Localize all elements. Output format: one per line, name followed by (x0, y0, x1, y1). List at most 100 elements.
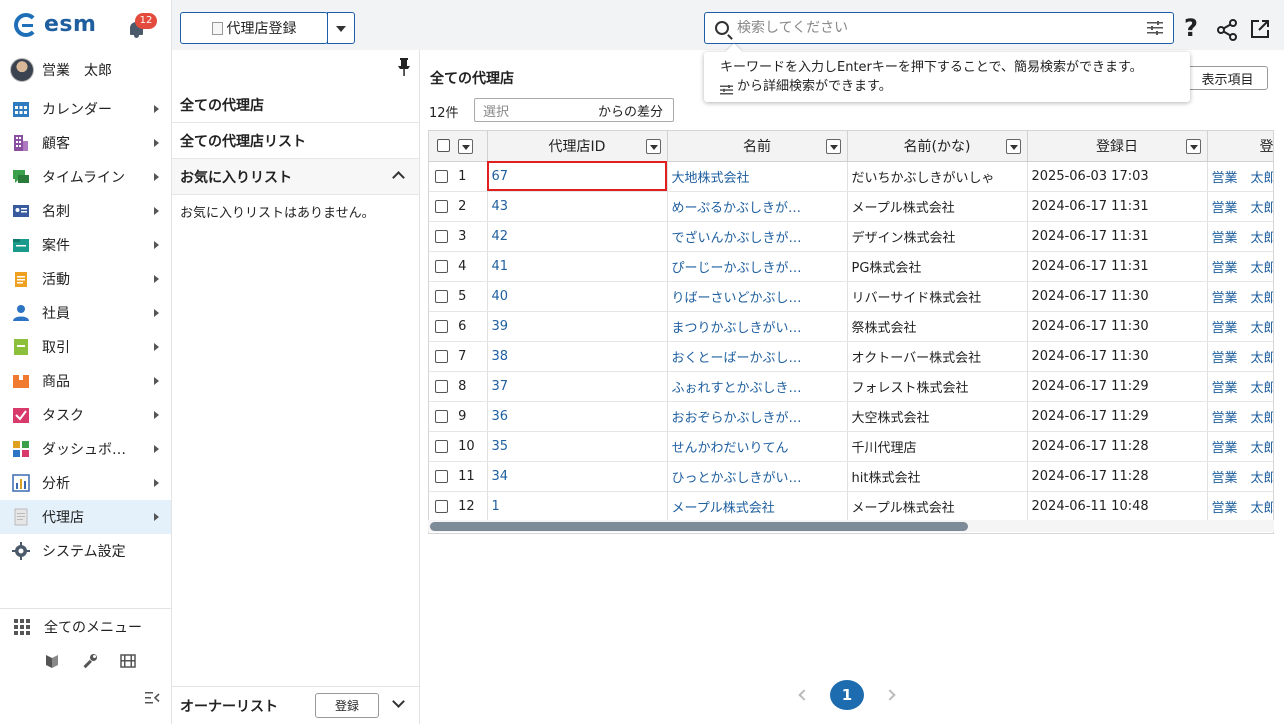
select-all-checkbox[interactable] (437, 139, 450, 153)
registrant-cell[interactable]: 営業 太郎 (1207, 461, 1274, 492)
filter-icon[interactable] (1147, 21, 1163, 35)
agency-id-link[interactable]: 35 (492, 439, 509, 454)
column-header-kana[interactable]: 名前(かな) (847, 131, 1028, 162)
agency-id-link[interactable]: 37 (492, 379, 509, 394)
table-row[interactable]: 7 38 おくとーばーかぶし… オクトーバー株式会社 2024-06-17 11:30 営… (429, 341, 1274, 372)
registrant-link[interactable]: 営業 太郎 (1212, 441, 1274, 456)
agency-id-cell[interactable]: 41 (487, 251, 668, 282)
user-profile[interactable]: 営業 太郎 (10, 58, 112, 82)
agency-name-cell[interactable]: おくとーばーかぶし… (667, 341, 848, 372)
agency-name-cell[interactable]: ぴーじーかぶしきが… (667, 251, 848, 282)
registrant-cell[interactable]: 営業 太郎 (1207, 191, 1274, 222)
agency-name-link[interactable]: めーぷるかぶしきが… (672, 201, 801, 216)
agency-name-link[interactable]: ぴーじーかぶしきが… (672, 261, 802, 276)
row-checkbox[interactable] (435, 229, 448, 243)
agency-name-cell[interactable]: メープル株式会社 (667, 491, 848, 522)
registrant-cell[interactable]: 営業 太郎 (1207, 311, 1274, 342)
agency-id-cell[interactable]: 34 (487, 461, 668, 492)
row-checkbox[interactable] (435, 289, 448, 303)
column-menu-dropdown[interactable] (1185, 139, 1201, 154)
row-checkbox[interactable] (435, 349, 448, 363)
agency-id-link[interactable]: 1 (492, 499, 500, 514)
search-input[interactable] (737, 20, 1147, 36)
agency-name-link[interactable]: メープル株式会社 (672, 501, 775, 516)
agency-id-link[interactable]: 43 (492, 199, 509, 214)
column-menu-dropdown[interactable] (1005, 139, 1021, 154)
horizontal-scrollbar[interactable] (428, 520, 1274, 532)
registrant-link[interactable]: 営業 太郎 (1212, 381, 1274, 396)
registrant-link[interactable]: 営業 太郎 (1212, 291, 1274, 306)
book-open-icon[interactable] (44, 653, 60, 669)
sidebar-item-deal[interactable]: 取引 (0, 330, 171, 364)
column-header-registrant[interactable]: 登 (1207, 131, 1273, 162)
table-row[interactable]: 8 37 ふぉれすとかぶしき… フォレスト株式会社 2024-06-17 11:29 営業… (429, 371, 1274, 402)
column-menu-dropdown[interactable] (825, 139, 841, 154)
registrant-cell[interactable]: 営業 太郎 (1207, 371, 1274, 402)
diff-select[interactable]: 選択 からの差分 (474, 98, 674, 122)
table-row[interactable]: 3 42 でざいんかぶしきが… デザイン株式会社 2024-06-17 11:31 営業 … (429, 221, 1274, 252)
registrant-link[interactable]: 営業 太郎 (1212, 171, 1274, 186)
sidebar-item-customer[interactable]: 顧客 (0, 126, 171, 160)
agency-id-cell[interactable]: 37 (487, 371, 668, 402)
agency-id-cell[interactable]: 1 (487, 491, 668, 522)
agency-id-cell[interactable]: 36 (487, 401, 668, 432)
registrant-cell[interactable]: 営業 太郎 (1207, 221, 1274, 252)
agency-name-cell[interactable]: おおぞらかぶしきが… (667, 401, 848, 432)
agency-id-link[interactable]: 40 (492, 289, 509, 304)
agency-name-link[interactable]: まつりかぶしきがい… (672, 321, 802, 336)
registrant-link[interactable]: 営業 太郎 (1212, 321, 1274, 336)
table-row[interactable]: 6 39 まつりかぶしきがい… 祭株式会社 2024-06-17 11:30 営業 太郎 (429, 311, 1274, 342)
agency-name-cell[interactable]: りばーさいどかぶし… (667, 281, 848, 312)
agency-name-cell[interactable]: まつりかぶしきがい… (667, 311, 848, 342)
agency-name-link[interactable]: せんかわだいりてん (672, 441, 789, 456)
share-icon[interactable] (1216, 19, 1238, 41)
sidebar-item-analysis[interactable]: 分析 (0, 466, 171, 500)
agency-name-link[interactable]: おおぞらかぶしきが… (672, 411, 802, 426)
registrant-link[interactable]: 営業 太郎 (1212, 501, 1274, 516)
column-header-name[interactable]: 名前 (667, 131, 848, 162)
row-checkbox[interactable] (435, 499, 448, 513)
all-menu-button[interactable]: 全てのメニュー (0, 609, 171, 645)
registrant-link[interactable]: 営業 太郎 (1212, 351, 1274, 366)
register-agency-button[interactable]: 代理店登録 (180, 12, 328, 44)
column-header-id[interactable]: 代理店ID (487, 131, 668, 162)
table-row[interactable]: 12 1 メープル株式会社 メープル株式会社 2024-06-11 10:48 営業 太郎 (429, 491, 1274, 522)
agency-id-cell[interactable]: 38 (487, 341, 668, 372)
agency-id-link[interactable]: 67 (492, 169, 509, 184)
row-checkbox[interactable] (435, 259, 448, 273)
sidebar-item-calendar[interactable]: カレンダー (0, 92, 171, 126)
chevron-down-icon[interactable] (392, 695, 405, 708)
table-row[interactable]: 5 40 りばーさいどかぶし… リバーサイド株式会社 2024-06-17 11:30 営… (429, 281, 1274, 312)
agency-name-link[interactable]: おくとーばーかぶし… (672, 351, 802, 366)
agency-name-cell[interactable]: めーぷるかぶしきが… (667, 191, 848, 222)
sidebar-item-product[interactable]: 商品 (0, 364, 171, 398)
column-header-registered[interactable]: 登録日 (1027, 131, 1208, 162)
sidebar-item-activity[interactable]: 活動 (0, 262, 171, 296)
scrollbar-thumb[interactable] (430, 522, 968, 531)
agency-id-link[interactable]: 41 (492, 259, 509, 274)
sidebar-item-project[interactable]: 案件 (0, 228, 171, 262)
agency-id-cell[interactable]: 35 (487, 431, 668, 462)
agency-id-cell[interactable]: 67 (487, 161, 668, 192)
table-row[interactable]: 4 41 ぴーじーかぶしきが… PG株式会社 2024-06-17 11:31 営業 太郎 (429, 251, 1273, 282)
row-checkbox[interactable] (435, 199, 448, 213)
external-link-icon[interactable] (1250, 19, 1270, 39)
registrant-link[interactable]: 営業 太郎 (1212, 231, 1274, 246)
agency-name-link[interactable]: でざいんかぶしきが… (672, 231, 802, 246)
column-menu-dropdown[interactable] (645, 139, 661, 154)
agency-name-link[interactable]: ひっとかぶしきがい… (672, 471, 802, 486)
registrant-cell[interactable]: 営業 太郎 (1207, 281, 1274, 312)
registrant-cell[interactable]: 営業 太郎 (1207, 341, 1274, 372)
table-row[interactable]: 2 43 めーぷるかぶしきが… メープル株式会社 2024-06-17 11:31 営業 … (429, 191, 1274, 222)
collapse-sidebar-icon[interactable] (145, 691, 161, 705)
all-agency-lists-item[interactable]: 全ての代理店リスト (172, 123, 419, 159)
agency-name-cell[interactable]: ひっとかぶしきがい… (667, 461, 848, 492)
registrant-link[interactable]: 営業 太郎 (1212, 411, 1274, 426)
table-row[interactable]: 10 35 せんかわだいりてん 千川代理店 2024-06-17 11:28 営業 太郎 (429, 431, 1274, 462)
help-icon[interactable]: ? (1184, 14, 1198, 42)
agency-id-link[interactable]: 38 (492, 349, 509, 364)
agency-id-link[interactable]: 42 (492, 229, 509, 244)
row-checkbox[interactable] (435, 379, 448, 393)
registrant-link[interactable]: 営業 太郎 (1212, 201, 1274, 216)
registrant-link[interactable]: 営業 太郎 (1212, 471, 1274, 486)
